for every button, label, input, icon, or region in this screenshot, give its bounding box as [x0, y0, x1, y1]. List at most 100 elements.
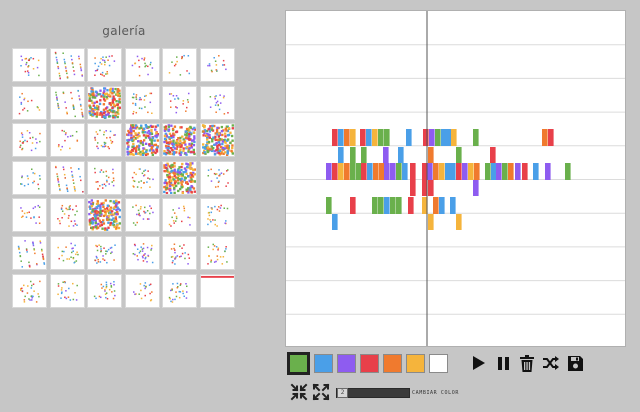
gallery-thumbnail[interactable] — [199, 236, 235, 270]
gallery-thumbnail[interactable] — [12, 198, 47, 233]
gallery-thumbnail[interactable] — [87, 273, 122, 308]
gallery-thumbnail[interactable] — [87, 236, 122, 270]
note-block[interactable] — [490, 147, 496, 163]
gallery-thumbnail[interactable] — [87, 85, 122, 120]
note-block[interactable] — [344, 129, 350, 146]
gallery-thumbnail[interactable] — [12, 48, 47, 82]
note-block[interactable] — [502, 163, 508, 180]
note-block[interactable] — [408, 197, 414, 214]
note-block[interactable] — [433, 197, 439, 214]
note-block[interactable] — [383, 147, 389, 163]
note-block[interactable] — [361, 147, 367, 163]
note-block[interactable] — [428, 214, 434, 230]
note-block[interactable] — [338, 147, 344, 163]
gallery-thumbnail[interactable] — [124, 48, 160, 82]
play-button[interactable] — [470, 352, 488, 374]
gallery-thumbnail[interactable] — [49, 273, 85, 308]
note-block[interactable] — [542, 129, 548, 146]
gallery-thumbnail[interactable] — [199, 85, 235, 120]
gallery-thumbnail[interactable] — [162, 160, 197, 195]
note-block[interactable] — [384, 163, 390, 180]
note-block[interactable] — [491, 163, 497, 180]
note-block[interactable] — [384, 129, 390, 146]
note-block[interactable] — [344, 163, 350, 180]
note-block[interactable] — [378, 129, 384, 146]
note-block[interactable] — [366, 129, 372, 146]
note-block[interactable] — [384, 197, 390, 214]
note-block[interactable] — [428, 147, 434, 163]
gallery-thumbnail[interactable] — [162, 48, 197, 82]
note-block[interactable] — [396, 163, 402, 180]
note-block[interactable] — [406, 129, 412, 146]
gallery-thumbnail[interactable] — [49, 85, 85, 120]
note-block[interactable] — [515, 163, 521, 180]
gallery-thumbnail[interactable] — [12, 273, 47, 308]
gallery-thumbnail[interactable] — [199, 273, 235, 308]
shuffle-button[interactable] — [542, 352, 560, 374]
note-block[interactable] — [456, 163, 462, 180]
note-block[interactable] — [390, 163, 396, 180]
gallery-thumbnail[interactable] — [124, 160, 160, 195]
gallery-thumbnail[interactable] — [87, 48, 122, 82]
gallery-thumbnail[interactable] — [162, 85, 197, 120]
color-swatch[interactable] — [429, 354, 448, 373]
gallery-thumbnail[interactable] — [12, 160, 47, 195]
note-block[interactable] — [332, 214, 338, 230]
color-swatch[interactable] — [360, 354, 379, 373]
note-block[interactable] — [410, 180, 416, 196]
note-block[interactable] — [439, 197, 445, 214]
gallery-thumbnail[interactable] — [49, 123, 85, 158]
gallery-thumbnail[interactable] — [199, 160, 235, 195]
note-block[interactable] — [468, 163, 474, 180]
note-block[interactable] — [410, 163, 416, 180]
note-block[interactable] — [338, 129, 344, 146]
note-block[interactable] — [350, 147, 356, 163]
note-block[interactable] — [433, 163, 439, 180]
note-block[interactable] — [326, 197, 332, 214]
note-block[interactable] — [450, 197, 456, 214]
note-block[interactable] — [350, 129, 356, 146]
zoom-out-button[interactable] — [290, 383, 308, 401]
note-block[interactable] — [338, 163, 344, 180]
note-block[interactable] — [356, 163, 362, 180]
color-swatch[interactable] — [314, 354, 333, 373]
note-block[interactable] — [402, 163, 408, 180]
color-swatch[interactable] — [287, 352, 310, 375]
note-block[interactable] — [441, 129, 447, 146]
note-block[interactable] — [548, 129, 554, 146]
note-block[interactable] — [545, 163, 551, 180]
gallery-thumbnail[interactable] — [12, 123, 47, 158]
note-block[interactable] — [450, 163, 456, 180]
gallery-thumbnail[interactable] — [87, 198, 122, 233]
note-block[interactable] — [435, 129, 441, 146]
gallery-thumbnail[interactable] — [12, 236, 47, 270]
gallery-thumbnail[interactable] — [49, 160, 85, 195]
gallery-thumbnail[interactable] — [124, 273, 160, 308]
note-block[interactable] — [445, 163, 451, 180]
note-block[interactable] — [390, 197, 396, 214]
gallery-thumbnail[interactable] — [162, 198, 197, 233]
gallery-thumbnail[interactable] — [162, 123, 197, 158]
note-block[interactable] — [372, 129, 378, 146]
note-block[interactable] — [350, 197, 356, 214]
gallery-thumbnail[interactable] — [49, 198, 85, 233]
pause-button[interactable] — [494, 352, 512, 374]
clear-button[interactable] — [518, 352, 536, 374]
color-swatch[interactable] — [383, 354, 402, 373]
speed-slider[interactable]: 2 — [336, 388, 410, 398]
gallery-thumbnail[interactable] — [199, 198, 235, 233]
gallery-thumbnail[interactable] — [199, 48, 235, 82]
color-swatch[interactable] — [406, 354, 425, 373]
change-color-button[interactable]: CAMBIAR COLOR — [412, 390, 459, 396]
note-block[interactable] — [423, 129, 429, 146]
sequencer-canvas[interactable] — [285, 10, 626, 347]
note-block[interactable] — [361, 163, 367, 180]
note-block[interactable] — [429, 129, 435, 146]
note-block[interactable] — [462, 163, 468, 180]
note-block[interactable] — [428, 180, 434, 196]
gallery-thumbnail[interactable] — [162, 273, 197, 308]
zoom-in-button[interactable] — [312, 383, 330, 401]
sequencer-grid-svg[interactable] — [286, 11, 626, 347]
note-block[interactable] — [396, 197, 402, 214]
gallery-thumbnail[interactable] — [49, 236, 85, 270]
